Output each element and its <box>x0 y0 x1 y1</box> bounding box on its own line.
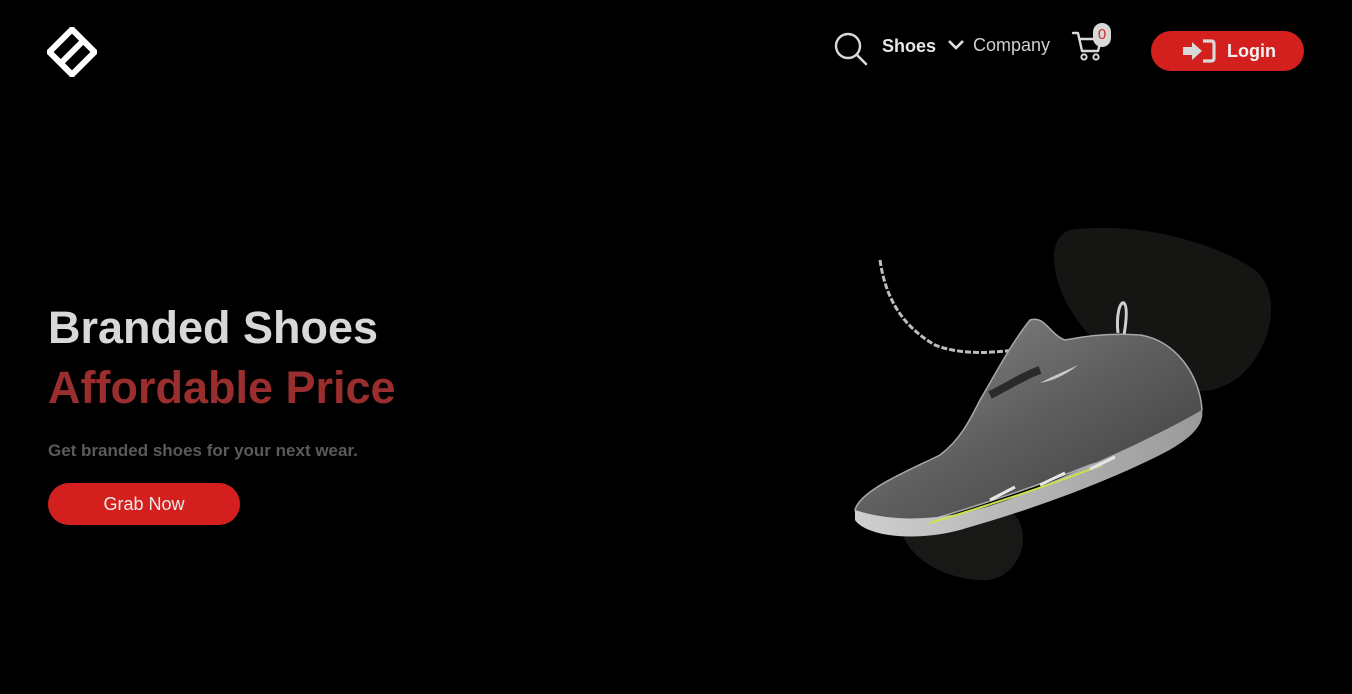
hero-subtitle: Affordable Price <box>48 362 396 413</box>
chevron-down-icon[interactable] <box>946 36 966 54</box>
search-icon[interactable] <box>832 30 868 66</box>
hero-title: Branded Shoes <box>48 302 379 353</box>
logo-icon[interactable] <box>45 25 99 79</box>
grab-now-button[interactable]: Grab Now <box>48 483 240 525</box>
nav-shoes-link[interactable]: Shoes <box>882 35 936 57</box>
nav-company-link[interactable]: Company <box>973 34 1050 56</box>
page: Shoes Company 0 Login Branded Shoes Affo… <box>0 0 1352 694</box>
login-arrow-icon <box>1182 39 1216 63</box>
cart-count-badge: 0 <box>1093 23 1111 47</box>
shoe-image <box>840 225 1280 590</box>
hero-description: Get branded shoes for your next wear. <box>48 441 358 460</box>
login-label: Login <box>1227 41 1276 61</box>
login-button[interactable]: Login <box>1151 31 1304 71</box>
